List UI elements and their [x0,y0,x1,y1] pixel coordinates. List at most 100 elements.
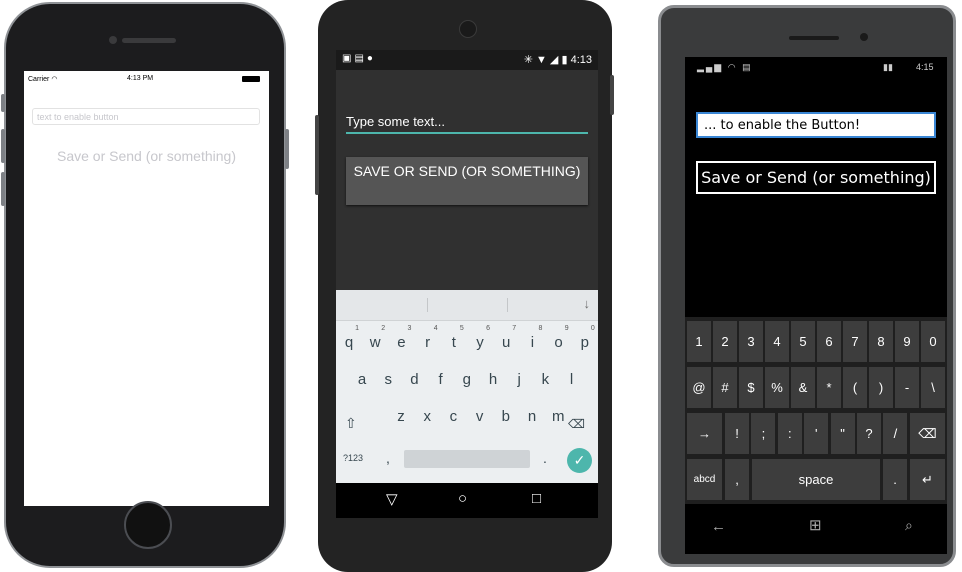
key-9[interactable]: 9 [895,321,919,362]
key-hint: 0 [590,325,595,332]
key-label: w [369,334,381,351]
key-4[interactable]: ' [804,413,829,454]
key-2[interactable]: ; [751,413,776,454]
key-hint: 9 [564,325,569,332]
backspace-icon[interactable]: ⌫ [568,417,585,431]
arrow-right-icon[interactable]: → [687,413,722,454]
suggestion-strip: ↓ [336,290,598,321]
key-z[interactable]: z [388,400,414,434]
windows-start-icon[interactable]: ⊞ [809,516,822,534]
key-9[interactable]: - [895,367,919,408]
microphone-icon[interactable]: ↓ [584,296,591,311]
key-a[interactable]: a [349,363,375,397]
key-y[interactable]: y6 [467,325,493,360]
key-label: f [438,371,443,388]
comma-key[interactable]: , [725,459,749,500]
back-triangle-icon[interactable]: ▽ [386,490,398,508]
android-device: ▣▤● ✳ ▼ ◢ ▮ 4:13 Type some text... SAVE … [315,0,614,572]
key-3[interactable]: $ [739,367,763,408]
soft-keyboard: ↓ q1w2e3r4t5y6u7i8o9p0 asdfghjkl zxcvbnm… [336,290,598,483]
key-v[interactable]: v [467,400,493,434]
key-o[interactable]: o9 [546,325,572,360]
comma-key[interactable]: , [386,450,390,466]
key-hint: 8 [538,325,543,332]
key-6[interactable]: 6 [817,321,841,362]
key-label: n [527,408,537,425]
key-d[interactable]: d [401,363,427,397]
key-c[interactable]: c [440,400,466,434]
key-label: u [502,334,511,351]
abcd-key[interactable]: abcd [687,459,722,500]
key-i[interactable]: i8 [519,325,545,360]
key-1[interactable]: @ [687,367,711,408]
key-1[interactable]: 1 [687,321,711,362]
key-g[interactable]: g [454,363,480,397]
text-entry[interactable]: text to enable button [32,108,260,125]
key-8[interactable]: 8 [869,321,893,362]
done-check-icon[interactable]: ✓ [567,448,592,473]
key-row-3: z x cvbnm [336,400,598,434]
key-4[interactable]: 4 [765,321,789,362]
shift-icon[interactable]: ⇧ [345,415,357,432]
key-7[interactable]: 7 [843,321,867,362]
key-u[interactable]: u7 [493,325,519,360]
key-10[interactable]: \ [921,367,945,408]
save-send-button[interactable]: SAVE OR SEND (OR SOMETHING) [346,157,588,205]
key-r[interactable]: r4 [415,325,441,360]
save-send-button[interactable]: Save or Send (or something) [24,148,269,164]
key-2[interactable]: 2 [713,321,737,362]
save-send-button[interactable]: Save or Send (or something) [696,161,936,194]
key-j[interactable]: j [506,363,532,397]
key-w[interactable]: w2 [362,325,388,360]
key-h[interactable]: h [480,363,506,397]
key-label: d [410,371,419,388]
key-5[interactable]: & [791,367,815,408]
key-n[interactable]: n [519,400,545,434]
space-key[interactable]: space [752,459,880,500]
battery-icon: ▮ [561,54,568,66]
recents-square-icon[interactable]: □ [532,490,541,507]
key-e[interactable]: e3 [388,325,414,360]
space-key[interactable] [404,450,530,468]
key-4[interactable]: % [765,367,789,408]
period-key[interactable]: . [883,459,907,500]
key-3[interactable]: 3 [739,321,763,362]
key-2[interactable]: # [713,367,737,408]
key-7[interactable]: ( [843,367,867,408]
key-t[interactable]: t5 [441,325,467,360]
key-7[interactable]: / [883,413,908,454]
symbols-key[interactable]: ?123 [343,453,363,463]
key-hint: 3 [407,325,412,332]
key-1[interactable]: ! [725,413,749,454]
enter-icon[interactable]: ↵ [910,459,945,500]
key-k[interactable]: k [532,363,558,397]
home-circle-icon[interactable]: ○ [458,490,467,507]
key-l[interactable]: l [559,363,585,397]
key-x[interactable]: x [414,400,440,434]
text-entry[interactable]: ... to enable the Button! [696,112,936,138]
key-label: v [475,408,484,425]
key-6[interactable]: * [817,367,841,408]
key-hint: 1 [355,325,359,332]
period-key[interactable]: . [543,450,547,466]
key-p[interactable]: p0 [572,325,598,360]
key-10[interactable]: 0 [921,321,945,362]
key-hint: 7 [512,325,517,332]
search-icon[interactable]: ⌕ [905,517,913,534]
key-q[interactable]: q1 [336,325,362,360]
key-5[interactable]: " [830,413,855,454]
key-f[interactable]: f [428,363,454,397]
text-entry[interactable]: Type some text... [346,114,588,134]
navigation-bar: ← ⊞ ⌕ [685,504,947,554]
key-3[interactable]: : [777,413,802,454]
android-volume-rocker [315,115,319,195]
back-arrow-icon[interactable]: ← [711,518,726,535]
key-b[interactable]: b [493,400,519,434]
key-label: x [423,408,431,425]
key-5[interactable]: 5 [791,321,815,362]
key-6[interactable]: ? [857,413,881,454]
backspace-icon[interactable]: ⌫ [910,413,945,454]
key-8[interactable]: ) [869,367,893,408]
home-button[interactable] [124,501,172,549]
key-s[interactable]: s [375,363,401,397]
